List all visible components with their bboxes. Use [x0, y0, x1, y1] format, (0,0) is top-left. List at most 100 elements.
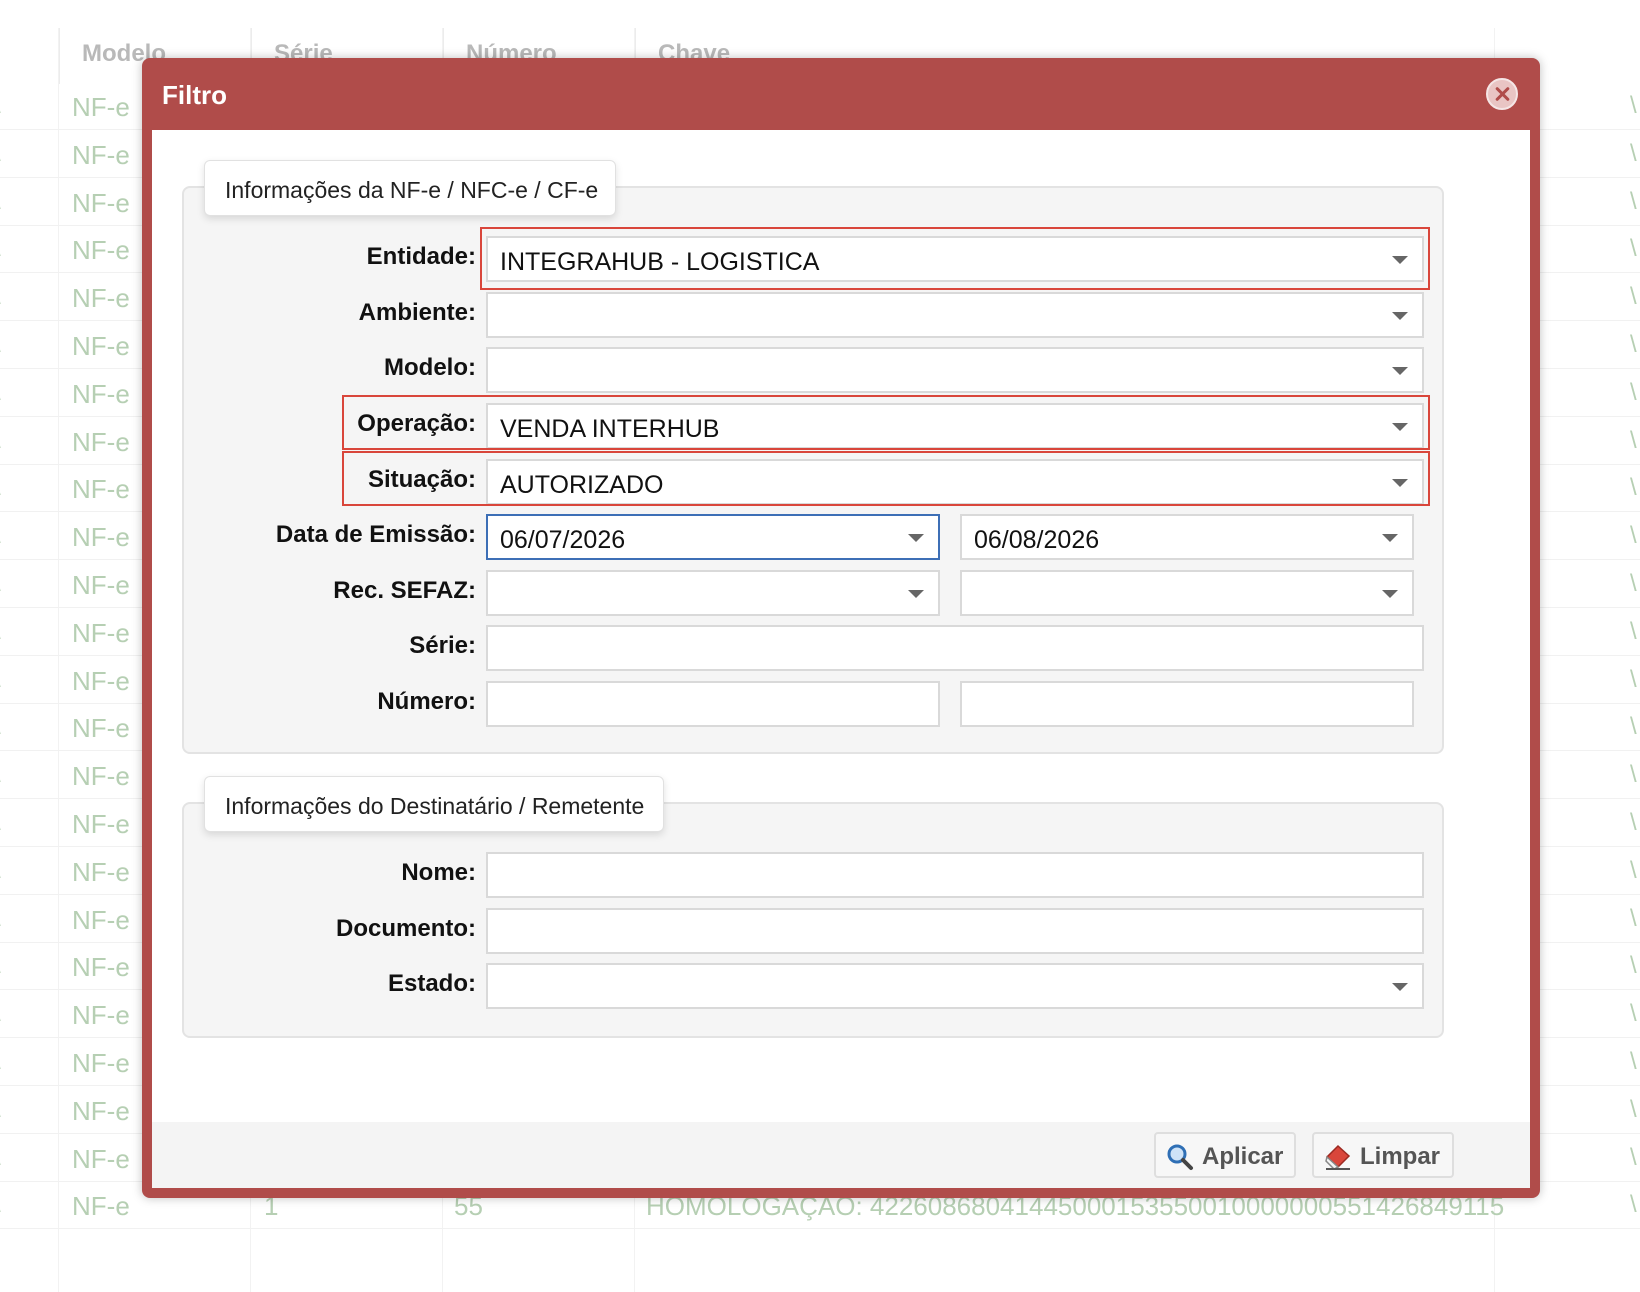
- row-edge-mark: \: [1630, 1048, 1637, 1075]
- row-edge-mark: \: [0, 1096, 1, 1124]
- modelo-select[interactable]: [486, 347, 1424, 393]
- apply-label: Aplicar: [1202, 1143, 1284, 1170]
- row-edge-mark: \: [1630, 1143, 1637, 1171]
- numero-from-input[interactable]: [486, 681, 940, 727]
- row-edge-mark: \: [1630, 617, 1637, 645]
- row-edge-mark: \: [1630, 426, 1637, 454]
- magnifier-icon: [1167, 1144, 1193, 1170]
- dialog-footer: Aplicar Limpar: [152, 1122, 1530, 1188]
- row-edge-mark: \: [0, 331, 1, 359]
- serie-input[interactable]: [486, 625, 1424, 671]
- cell-modelo: NF-e: [72, 378, 130, 409]
- numero-label: Número:: [377, 688, 476, 715]
- chevron-down-icon[interactable]: [1392, 423, 1408, 431]
- nfe-info-legend: Informações da NF-e / NFC-e / CF-e: [204, 160, 616, 216]
- cell-modelo: NF-e: [72, 952, 130, 983]
- estado-select[interactable]: [486, 963, 1424, 1009]
- cell-modelo: NF-e: [72, 331, 130, 361]
- row-edge-mark: \: [0, 666, 1, 694]
- cell-modelo: NF-e: [72, 92, 130, 122]
- cell-modelo: NF-e: [72, 761, 130, 792]
- row-edge-mark: \: [0, 379, 1, 407]
- cell-modelo: NF-e: [72, 283, 130, 314]
- estado-label: Estado:: [387, 970, 476, 997]
- row-edge-mark: \: [0, 427, 1, 455]
- ambiente-label: Ambiente:: [358, 299, 476, 326]
- nome-label: Nome:: [401, 859, 476, 886]
- chevron-down-icon[interactable]: [908, 590, 924, 598]
- cell-modelo: NF-e: [72, 1143, 130, 1174]
- row-edge-mark: \: [1630, 665, 1637, 693]
- data-emissao-from-picker[interactable]: 06/07/2026: [486, 514, 940, 560]
- numero-to-input[interactable]: [960, 681, 1414, 727]
- cell-modelo: NF-e: [72, 139, 130, 170]
- cell-modelo: NF-e: [72, 617, 130, 648]
- entidade-select[interactable]: INTEGRAHUB - LOGISTICA: [486, 236, 1424, 282]
- cell-modelo: NF-e: [72, 522, 130, 553]
- row-edge-mark: \: [0, 618, 1, 646]
- serie-label: Série:: [409, 632, 476, 659]
- cell-modelo: NF-e: [72, 235, 130, 266]
- cell-modelo: NF-e: [72, 187, 130, 218]
- row-edge-mark: \: [1630, 283, 1637, 311]
- cell-modelo: NF-e: [72, 1191, 130, 1222]
- cell-modelo: NF-e: [72, 1000, 130, 1031]
- row-edge-mark: \: [0, 809, 1, 837]
- row-edge-mark: \: [1630, 331, 1637, 358]
- cell-modelo: NF-e: [72, 809, 130, 839]
- row-edge-mark: \: [1630, 1191, 1637, 1219]
- dialog-title: Filtro: [162, 80, 227, 110]
- close-icon[interactable]: [1486, 78, 1518, 110]
- cell-modelo: NF-e: [72, 1048, 130, 1078]
- clear-label: Limpar: [1360, 1143, 1441, 1170]
- documento-input[interactable]: [486, 908, 1424, 954]
- row-edge-mark: \: [0, 1048, 1, 1076]
- apply-button[interactable]: Aplicar: [1154, 1132, 1296, 1178]
- rec-sefaz-label: Rec. SEFAZ:: [333, 577, 476, 604]
- row-edge-mark: \: [1630, 187, 1637, 215]
- row-edge-mark: \: [1630, 474, 1637, 502]
- eraser-icon: [1325, 1144, 1351, 1170]
- entidade-value: INTEGRAHUB - LOGISTICA: [500, 248, 820, 276]
- entidade-label: Entidade:: [366, 243, 476, 270]
- cell-modelo: NF-e: [72, 426, 130, 457]
- cell-modelo: NF-e: [72, 713, 130, 744]
- row-edge-mark: \: [1630, 92, 1637, 119]
- chevron-down-icon[interactable]: [1392, 312, 1408, 320]
- row-edge-mark: \: [1630, 1000, 1637, 1028]
- row-edge-mark: \: [1630, 856, 1637, 884]
- data-emissao-to-picker[interactable]: 06/08/2026: [960, 514, 1414, 560]
- situacao-value: AUTORIZADO: [500, 471, 664, 499]
- row-edge-mark: \: [0, 761, 1, 789]
- row-edge-mark: \: [0, 1191, 1, 1219]
- chevron-down-icon[interactable]: [1392, 479, 1408, 487]
- ambiente-select[interactable]: [486, 292, 1424, 338]
- situacao-select[interactable]: AUTORIZADO: [486, 459, 1424, 505]
- chevron-down-icon[interactable]: [908, 534, 924, 542]
- cell-modelo: NF-e: [72, 570, 130, 600]
- row-edge-mark: \: [1630, 139, 1637, 167]
- dialog-header[interactable]: Filtro: [142, 58, 1540, 130]
- chevron-down-icon[interactable]: [1392, 367, 1408, 375]
- row-edge-mark: \: [1630, 378, 1637, 406]
- row-edge-mark: \: [0, 1000, 1, 1028]
- rec-sefaz-to-picker[interactable]: [960, 570, 1414, 616]
- row-edge-mark: \: [1630, 522, 1637, 550]
- row-edge-mark: \: [1630, 761, 1637, 789]
- cell-modelo: NF-e: [72, 1095, 130, 1126]
- row-edge-mark: \: [0, 92, 1, 120]
- chevron-down-icon[interactable]: [1392, 256, 1408, 264]
- chevron-down-icon[interactable]: [1382, 590, 1398, 598]
- clear-button[interactable]: Limpar: [1312, 1132, 1454, 1178]
- cell-modelo: NF-e: [72, 474, 130, 505]
- row-edge-mark: \: [1630, 570, 1637, 597]
- row-edge-mark: \: [0, 1144, 1, 1172]
- operacao-select[interactable]: VENDA INTERHUB: [486, 403, 1424, 449]
- nome-input[interactable]: [486, 852, 1424, 898]
- dialog-body: Informações da NF-e / NFC-e / CF-e Entid…: [152, 130, 1530, 1122]
- chevron-down-icon[interactable]: [1392, 983, 1408, 991]
- rec-sefaz-from-picker[interactable]: [486, 570, 940, 616]
- chevron-down-icon[interactable]: [1382, 534, 1398, 542]
- operacao-value: VENDA INTERHUB: [500, 415, 720, 443]
- row-edge-mark: \: [0, 952, 1, 980]
